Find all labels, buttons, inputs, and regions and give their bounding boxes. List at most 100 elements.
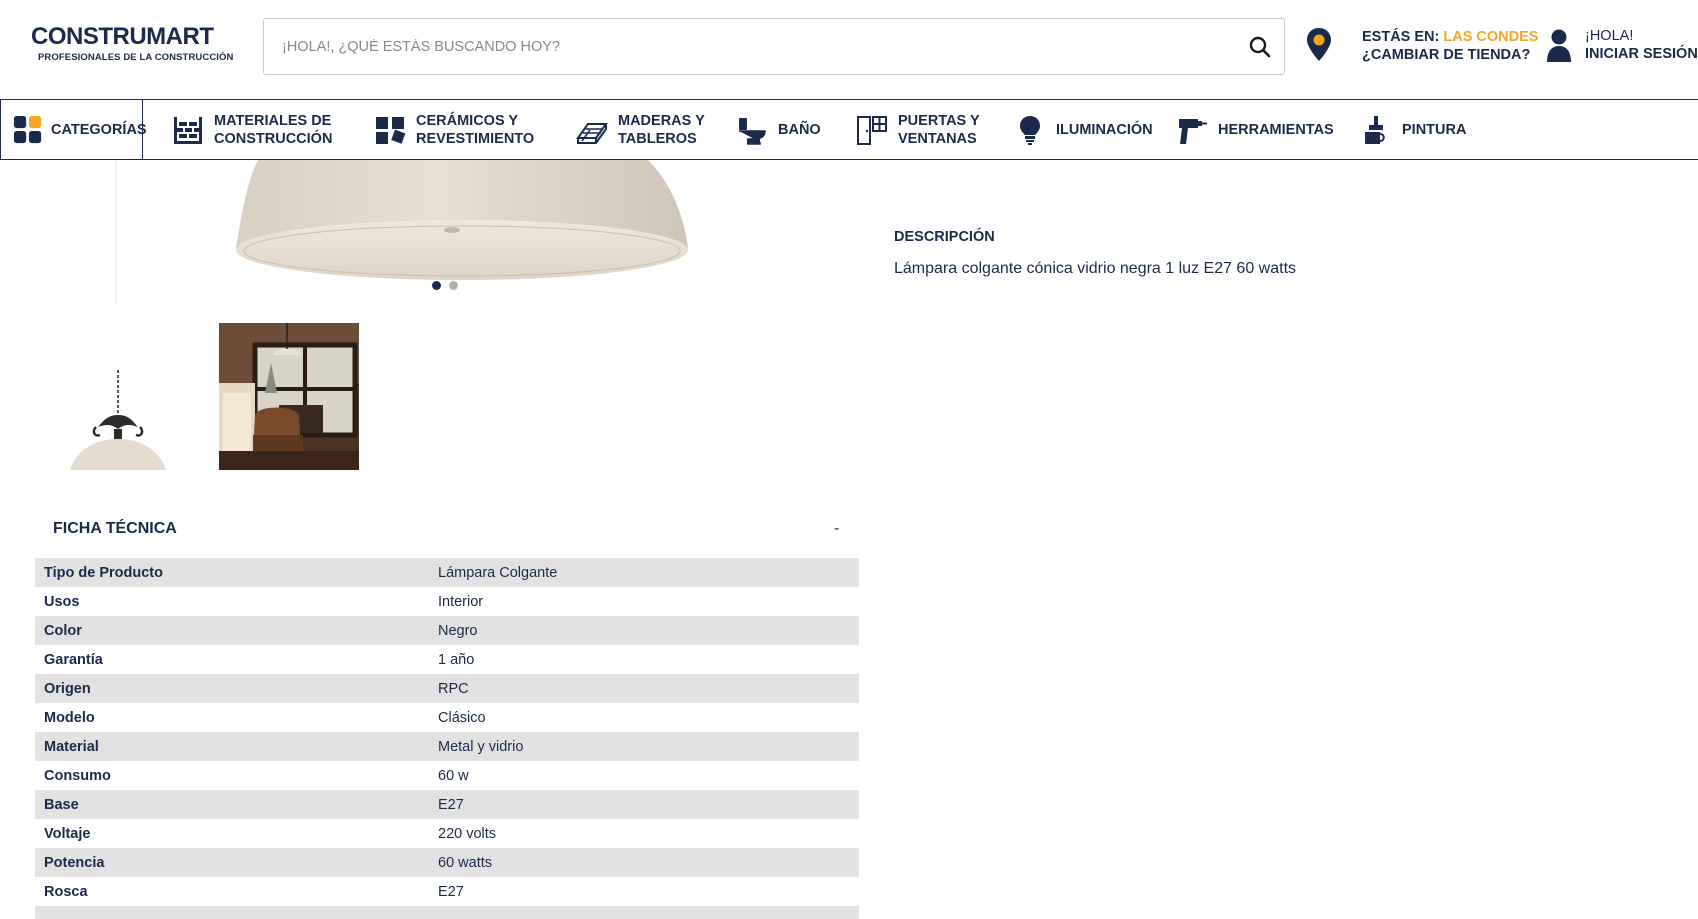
- table-row: Color Negro: [35, 616, 859, 645]
- nav-item-ceramicos[interactable]: CERÁMICOS Y REVESTIMIENTO: [374, 100, 534, 159]
- store-name: LAS CONDES: [1443, 29, 1539, 45]
- nav-label-line1: MATERIALES DE: [214, 112, 332, 129]
- nav-label-line2: VENTANAS: [898, 130, 977, 147]
- table-row: Rosca E27: [35, 877, 859, 906]
- spec-key: Origen: [44, 680, 91, 697]
- spec-value: Clásico: [438, 709, 486, 726]
- nav-label: CERÁMICOS Y REVESTIMIENTO: [416, 112, 534, 148]
- store-prefix: ESTÁS EN:: [1362, 29, 1440, 45]
- nav-item-maderas[interactable]: MADERAS Y TABLEROS: [576, 100, 705, 159]
- bulb-icon: [1020, 115, 1040, 145]
- login-link[interactable]: INICIAR SESIÓN: [1585, 45, 1698, 63]
- spec-value: 60 watts: [438, 854, 492, 871]
- category-nav: CATEGORÍAS MATERIALES DE CONSTRUCCIÓN CE…: [0, 99, 1698, 160]
- table-row: Voltaje 220 volts: [35, 819, 859, 848]
- construmart-logo[interactable]: CONSTRUMART PROFESIONALES DE LA CONSTRUC…: [31, 23, 234, 72]
- store-selector[interactable]: ESTÁS EN: LAS CONDES ¿CAMBIAR DE TIENDA?: [1362, 28, 1538, 64]
- table-row-partial: [35, 906, 859, 919]
- nav-label: MADERAS Y TABLEROS: [618, 112, 705, 148]
- spec-value: Lámpara Colgante: [438, 564, 558, 581]
- nav-label-pintura: PINTURA: [1402, 121, 1467, 138]
- nav-item-materiales[interactable]: MATERIALES DE CONSTRUCCIÓN: [172, 100, 332, 159]
- paint-icon: [1365, 115, 1385, 144]
- logo-tagline: PROFESIONALES DE LA CONSTRUCCIÓN: [38, 52, 234, 63]
- toilet-icon: [739, 117, 766, 145]
- table-row: Modelo Clásico: [35, 703, 859, 732]
- nav-label-bano: BAÑO: [778, 121, 821, 138]
- thumbnail-lamp[interactable]: [48, 323, 188, 470]
- categories-label: CATEGORÍAS: [51, 121, 147, 138]
- spec-key: Potencia: [44, 854, 105, 871]
- nav-label-herramientas: HERRAMIENTAS: [1218, 121, 1334, 138]
- nav-label-line2: REVESTIMIENTO: [416, 130, 535, 147]
- nav-label-line2: CONSTRUCCIÓN: [214, 130, 333, 147]
- table-row: Potencia 60 watts: [35, 848, 859, 877]
- spec-value: E27: [438, 796, 464, 813]
- ficha-tecnica-title[interactable]: FICHA TÉCNICA: [53, 520, 177, 538]
- bricks-icon: [174, 116, 202, 144]
- drill-icon: [1179, 118, 1207, 144]
- carousel-dot[interactable]: [432, 281, 441, 290]
- nav-label-line1: PUERTAS Y: [898, 112, 980, 129]
- spec-key: Rosca: [44, 883, 88, 900]
- search-bar: [263, 18, 1285, 75]
- grid-icon: [13, 115, 42, 143]
- spec-value: Negro: [438, 622, 478, 639]
- carousel-dot[interactable]: [449, 281, 458, 290]
- spec-key: Voltaje: [44, 825, 91, 842]
- table-row: Usos Interior: [35, 587, 859, 616]
- nav-label: MATERIALES DE CONSTRUCCIÓN: [214, 112, 332, 148]
- spec-value: Metal y vidrio: [438, 738, 524, 755]
- search-icon[interactable]: [1246, 33, 1274, 61]
- nav-label-line1: MADERAS Y: [618, 112, 705, 129]
- description-text: Lámpara colgante cónica vidrio negra 1 l…: [894, 260, 1297, 277]
- wood-icon: [576, 122, 608, 144]
- ficha-collapse-toggle[interactable]: -: [834, 520, 839, 538]
- location-pin-icon[interactable]: [1305, 27, 1333, 63]
- spec-key: Color: [44, 622, 82, 639]
- spec-value: E27: [438, 883, 464, 900]
- door-window-icon: [857, 115, 887, 145]
- spec-value: Interior: [438, 593, 484, 610]
- nav-item-bano[interactable]: BAÑO: [736, 100, 821, 159]
- table-row: Garantía 1 año: [35, 645, 859, 674]
- spec-key: Material: [44, 738, 99, 755]
- spec-value: 220 volts: [438, 825, 497, 842]
- user-icon[interactable]: [1545, 28, 1573, 64]
- nav-label-iluminacion: ILUMINACIÓN: [1056, 121, 1153, 138]
- categories-menu-button[interactable]: CATEGORÍAS: [0, 100, 147, 159]
- table-row: Base E27: [35, 790, 859, 819]
- spec-key: Base: [44, 796, 79, 813]
- spec-key: Usos: [44, 593, 80, 610]
- carousel-dots: [432, 281, 458, 290]
- change-store-link[interactable]: ¿CAMBIAR DE TIENDA?: [1362, 46, 1538, 64]
- spec-value: 60 w: [438, 767, 469, 784]
- description-title: DESCRIPCIÓN: [894, 229, 995, 245]
- specs-table: Tipo de Producto Lámpara Colgante Usos I…: [35, 558, 859, 919]
- table-row: Origen RPC: [35, 674, 859, 703]
- nav-item-iluminacion[interactable]: ILUMINACIÓN: [1014, 100, 1153, 159]
- spec-key: Garantía: [44, 651, 103, 668]
- thumbnail-room[interactable]: [219, 323, 359, 470]
- user-account[interactable]: ¡HOLA! INICIAR SESIÓN: [1585, 27, 1698, 63]
- search-input[interactable]: [282, 19, 1182, 74]
- nav-label-line2: TABLEROS: [618, 130, 697, 147]
- tiles-icon: [376, 116, 406, 144]
- nav-label: PUERTAS Y VENTANAS: [898, 112, 980, 148]
- lamp-thumbnail-image: [48, 323, 188, 470]
- spec-value: 1 año: [438, 651, 475, 668]
- table-row: Tipo de Producto Lámpara Colgante: [35, 558, 859, 587]
- nav-label-line1: CERÁMICOS Y: [416, 112, 519, 129]
- greeting-text: ¡HOLA!: [1585, 28, 1634, 44]
- table-row: Material Metal y vidrio: [35, 732, 859, 761]
- spec-key: Tipo de Producto: [44, 564, 163, 581]
- table-row: Consumo 60 w: [35, 761, 859, 790]
- nav-item-herramientas[interactable]: HERRAMIENTAS: [1176, 100, 1334, 159]
- spec-key: Consumo: [44, 767, 111, 784]
- room-thumbnail-image: [219, 323, 359, 470]
- logo-text: CONSTRUMART: [31, 23, 214, 50]
- nav-item-puertas[interactable]: PUERTAS Y VENTANAS: [856, 100, 980, 159]
- spec-key: Modelo: [44, 709, 95, 726]
- site-header: CONSTRUMART PROFESIONALES DE LA CONSTRUC…: [0, 0, 1698, 99]
- nav-item-pintura[interactable]: PINTURA: [1360, 100, 1466, 159]
